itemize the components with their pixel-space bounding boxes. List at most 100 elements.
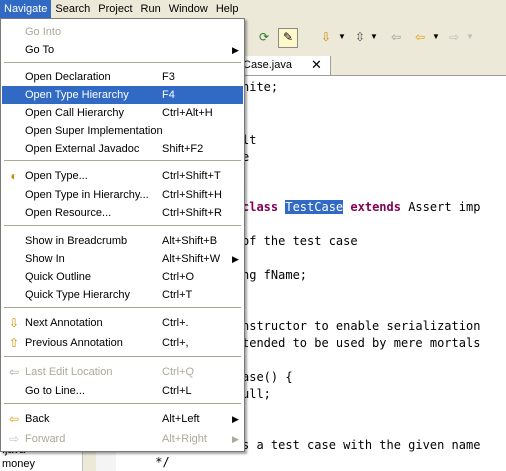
menu-item-label: Open Type Hierarchy [25,89,129,101]
menu-item-shortcut: F3 [162,71,175,83]
code-line: ull; [242,387,271,401]
close-icon[interactable]: ✕ [311,57,322,73]
menu-item-shortcut: Alt+Right [162,433,207,445]
menu-item-label: Go to Line... [25,385,85,397]
menu-item-label: Show In [25,253,65,265]
menu-item-quick-type-hierarchy[interactable]: Quick Type Hierarchy Ctrl+T [2,286,243,304]
menu-item-label: Open Type... [25,170,88,182]
menu-item-open-external-javadoc[interactable]: Open External Javadoc Shift+F2 [2,140,243,158]
menu-item-quick-outline[interactable]: Quick Outline Ctrl+O [2,268,243,286]
submenu-arrow-icon: ▶ [232,414,239,424]
menu-item-shortcut: Ctrl+Shift+R [162,207,222,219]
menu-item-label: Open Super Implementation [25,125,163,137]
menu-separator [4,307,241,308]
menu-item-shortcut: Ctrl+Alt+H [162,107,213,119]
tab-label: tCase.java [240,59,292,71]
code-line: ase() { [242,370,293,384]
menu-item-open-super-implementation[interactable]: Open Super Implementation [2,122,243,140]
menu-separator [4,62,241,63]
forward-arrow-icon: ⇨ [8,432,20,446]
menu-item-open-type-hierarchy[interactable]: Open Type Hierarchy F4 [2,86,243,104]
submenu-arrow-icon: ▶ [232,434,239,444]
dropdown-icon[interactable]: ▼ [428,29,444,45]
menu-separator [4,403,241,404]
highlight-icon[interactable]: ✎ [278,28,298,48]
menu-item-shortcut: Ctrl+O [162,271,195,283]
menu-item-next-annotation[interactable]: ⇩ Next Annotation Ctrl+. [2,314,243,332]
menu-item-go-to-line[interactable]: Go to Line... Ctrl+L [2,382,243,400]
menu-item-label: Show in Breadcrumb [25,235,128,247]
menu-help[interactable]: Help [212,0,243,18]
keyword: extends [350,200,401,214]
menu-item-go-into[interactable]: Go Into [2,23,243,41]
run-icon[interactable]: ⟳ [256,29,272,45]
menu-item-shortcut: Ctrl+T [162,289,193,301]
code-line: tended to be used by mere mortals [242,336,481,350]
menu-item-last-edit-location[interactable]: ⇦ Last Edit Location Ctrl+Q [2,363,243,381]
next-annotation-tb-icon[interactable]: ⇩ [318,29,334,45]
menu-item-label: Back [25,413,50,425]
tree-item[interactable]: money [2,458,35,470]
keyword: class [242,200,279,214]
menu-bar: Navigate Search Project Run Window Help [0,0,506,18]
menu-item-open-type-in-hierarchy[interactable]: Open Type in Hierarchy... Ctrl+Shift+H [2,186,243,204]
menu-item-forward[interactable]: ⇨ Forward Alt+Right ▶ [2,430,243,448]
menu-item-shortcut: Alt+Shift+W [162,253,221,265]
navigate-menu: Go Into Go To ▶ Open Declaration F3 Open T… [0,18,245,452]
menu-navigate[interactable]: Navigate [0,0,52,18]
menu-separator [4,160,241,161]
submenu-arrow-icon: ▶ [232,45,239,55]
back-tb-icon[interactable]: ⇦ [412,29,428,45]
menu-item-shortcut: Shift+F2 [162,143,204,155]
dropdown-icon[interactable]: ▼ [334,29,350,45]
menu-item-shortcut: Ctrl+, [162,337,189,349]
menu-item-label: Open Type in Hierarchy... [25,189,149,201]
menu-item-back[interactable]: ⇦ Back Alt+Left ▶ [2,410,243,428]
last-edit-icon: ⇦ [8,365,20,379]
menu-separator [4,356,241,357]
code-line: s a test case with the given name [242,438,481,452]
menu-project[interactable]: Project [94,0,136,18]
forward-tb-icon[interactable]: ⇨ [446,29,462,45]
menu-item-show-in[interactable]: Show In Alt+Shift+W ▶ [2,250,243,268]
menu-item-label: Go To [25,44,55,56]
menu-run[interactable]: Run [137,0,165,18]
menu-item-shortcut: F4 [162,89,175,101]
menu-item-shortcut: Alt+Left [162,413,200,425]
menu-item-label: Previous Annotation [25,337,123,349]
menu-item-go-to[interactable]: Go To ▶ [2,41,243,59]
class-declaration: class TestCase extends Assert imp [242,200,480,214]
code-text: Assert imp [408,200,481,214]
menu-item-label: Forward [25,433,66,445]
menu-item-label: Open Call Hierarchy [25,107,125,119]
menu-item-shortcut: Ctrl+Shift+T [162,170,221,182]
menu-item-shortcut: Alt+Shift+B [162,235,218,247]
last-edit-tb-icon[interactable]: ⇦ [388,29,404,45]
code-line: of the test case [242,234,358,248]
menu-separator [4,225,241,226]
code-line: ng fName; [242,268,308,282]
menu-item-shortcut: Ctrl+L [162,385,192,397]
menu-item-label: Open Resource... [25,207,112,219]
code-line: nite; [242,80,279,94]
menu-item-label: Last Edit Location [25,366,113,378]
menu-item-label: Quick Type Hierarchy [25,289,130,301]
menu-item-open-declaration[interactable]: Open Declaration F3 [2,68,243,86]
dropdown-icon[interactable]: ▼ [366,29,382,45]
code-line: nstructor to enable serialization [242,319,481,333]
menu-item-open-type[interactable]: ◐ Open Type... Ctrl+Shift+T [2,167,243,185]
menu-item-label: Open External Javadoc [25,143,140,155]
menu-window[interactable]: Window [165,0,212,18]
code-line: */ [148,455,170,469]
menu-item-show-in-breadcrumb[interactable]: Show in Breadcrumb Alt+Shift+B [2,232,243,250]
menu-item-label: Go Into [25,26,62,38]
menu-item-previous-annotation[interactable]: ⇧ Previous Annotation Ctrl+, [2,334,243,352]
submenu-arrow-icon: ▶ [232,254,239,264]
menu-search[interactable]: Search [51,0,94,18]
menu-item-open-call-hierarchy[interactable]: Open Call Hierarchy Ctrl+Alt+H [2,104,243,122]
menu-item-label: Quick Outline [25,271,92,283]
dropdown-icon[interactable]: ▼ [462,29,478,45]
selected-class-name: TestCase [285,200,344,214]
menu-item-label: Next Annotation [25,317,103,329]
menu-item-open-resource[interactable]: Open Resource... Ctrl+Shift+R [2,204,243,222]
